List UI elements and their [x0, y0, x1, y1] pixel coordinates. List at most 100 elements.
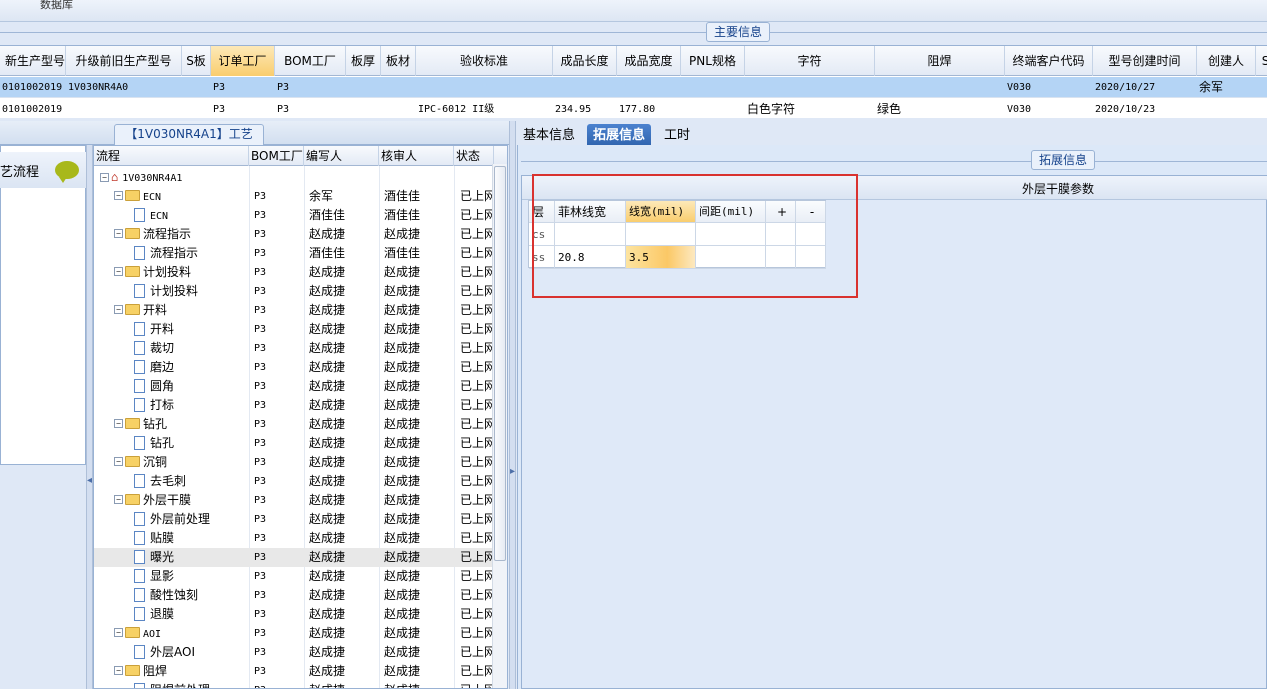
- tree-col-header[interactable]: 状态: [454, 146, 494, 166]
- top-toolbar: 数据库: [0, 0, 1267, 22]
- tree-reviewer: 赵成捷: [384, 550, 421, 564]
- tree-node[interactable]: − 钻孔 P3 赵成捷 赵成捷 已上网: [94, 415, 494, 434]
- main-col-header[interactable]: 字符: [745, 46, 875, 76]
- main-info-cell: 余军: [1199, 80, 1224, 94]
- main-col-header[interactable]: 创建人: [1197, 46, 1256, 76]
- collapse-icon[interactable]: −: [100, 172, 109, 182]
- tree-node[interactable]: 流程指示 P3 酒佳佳 酒佳佳 已上网: [94, 244, 494, 263]
- tree-node[interactable]: − 沉铜 P3 赵成捷 赵成捷 已上网: [94, 453, 494, 472]
- tree-writer: 赵成捷: [309, 436, 346, 450]
- main-col-header[interactable]: 验收标准: [416, 46, 553, 76]
- main-col-header[interactable]: 升级前旧生产型号: [66, 46, 182, 76]
- main-col-header[interactable]: 成品宽度: [617, 46, 681, 76]
- main-info-cell: [875, 77, 1005, 98]
- tree-node[interactable]: 显影 P3 赵成捷 赵成捷 已上网: [94, 567, 494, 586]
- tree-node[interactable]: 开料 P3 赵成捷 赵成捷 已上网: [94, 320, 494, 339]
- tree-node[interactable]: 计划投料 P3 赵成捷 赵成捷 已上网: [94, 282, 494, 301]
- collapse-icon[interactable]: −: [114, 229, 123, 238]
- chat-bubble-icon[interactable]: [55, 161, 79, 183]
- tree-node[interactable]: 酸性蚀刻 P3 赵成捷 赵成捷 已上网: [94, 586, 494, 605]
- tree-node[interactable]: − 外层干膜 P3 赵成捷 赵成捷 已上网: [94, 491, 494, 510]
- main-info-row[interactable]: 0101002019 P3 P3 IPC-6012 II级 234.95 177.80 白色…: [0, 99, 1267, 118]
- process-tree-scrollbar[interactable]: [492, 164, 507, 688]
- tree-node[interactable]: 裁切 P3 赵成捷 赵成捷 已上网: [94, 339, 494, 358]
- tree-root[interactable]: − ⌂ 1V030NR4A1: [94, 168, 494, 187]
- collapse-icon[interactable]: −: [114, 628, 123, 637]
- main-info-row[interactable]: 0101002019 1V030NR4A0 P3 P3 V030 2020/10/27 余军: [0, 77, 1267, 98]
- scrollbar-thumb[interactable]: [494, 166, 506, 561]
- tree-node[interactable]: 阻焊前处理P3赵成捷赵成捷已上网: [94, 681, 494, 688]
- tree-node[interactable]: 外层前处理 P3 赵成捷 赵成捷 已上网: [94, 510, 494, 529]
- main-col-header[interactable]: S: [1256, 46, 1267, 76]
- tree-status: 已上网: [460, 550, 493, 564]
- main-col-header[interactable]: BOM工厂: [275, 46, 346, 76]
- tree-writer: 酒佳佳: [309, 246, 346, 260]
- main-col-header[interactable]: 型号创建时间: [1093, 46, 1197, 76]
- tree-node[interactable]: 外层AOI P3 赵成捷 赵成捷 已上网: [94, 643, 494, 662]
- tree-bom: P3: [254, 514, 267, 525]
- tree-bom: P3: [254, 419, 267, 430]
- collapse-icon[interactable]: −: [114, 457, 123, 466]
- center-splitter[interactable]: ▸: [509, 121, 516, 689]
- tree-node-label: 贴膜: [150, 531, 175, 545]
- tree-bom: P3: [254, 476, 267, 487]
- tree-bom: P3: [254, 590, 267, 601]
- tree-node[interactable]: 圆角 P3 赵成捷 赵成捷 已上网: [94, 377, 494, 396]
- left-splitter[interactable]: ◂: [86, 145, 93, 689]
- document-icon: [134, 511, 145, 526]
- tree-node[interactable]: 钻孔 P3 赵成捷 赵成捷 已上网: [94, 434, 494, 453]
- collapse-icon[interactable]: −: [114, 191, 123, 200]
- collapse-icon[interactable]: −: [114, 495, 123, 504]
- tree-node[interactable]: 退膜 P3 赵成捷 赵成捷 已上网: [94, 605, 494, 624]
- tree-node[interactable]: − AOI P3 赵成捷 赵成捷 已上网: [94, 624, 494, 643]
- collapse-icon[interactable]: −: [114, 666, 123, 675]
- document-icon: [134, 682, 145, 688]
- main-col-header[interactable]: 阻焊: [875, 46, 1005, 76]
- main-info-cell: 0101002019: [2, 82, 63, 93]
- tree-node[interactable]: 曝光 P3 赵成捷 赵成捷 已上网: [94, 548, 494, 567]
- tree-col-header[interactable]: 流程: [94, 146, 249, 166]
- tree-node[interactable]: − 流程指示 P3 赵成捷 赵成捷 已上网: [94, 225, 494, 244]
- tree-status: 已上网: [460, 265, 493, 279]
- main-col-header[interactable]: 成品长度: [553, 46, 617, 76]
- tree-node[interactable]: 贴膜 P3 赵成捷 赵成捷 已上网: [94, 529, 494, 548]
- main-info-cell: [617, 77, 681, 98]
- main-info-divider: [0, 32, 1267, 33]
- main-col-header[interactable]: 新生产型号: [0, 46, 66, 76]
- tree-reviewer: 赵成捷: [384, 379, 421, 393]
- main-info-cell: [681, 99, 745, 118]
- splitter-grip-icon: ▸: [510, 466, 515, 477]
- document-icon: [134, 283, 145, 298]
- tree-node[interactable]: − 开料 P3 赵成捷 赵成捷 已上网: [94, 301, 494, 320]
- main-info-cell: V030: [1007, 104, 1032, 115]
- tree-node[interactable]: 磨边 P3 赵成捷 赵成捷 已上网: [94, 358, 494, 377]
- tree-root-label: 1V030NR4A1: [122, 173, 183, 184]
- tree-col-header[interactable]: 核审人: [379, 146, 454, 166]
- document-icon: [134, 606, 145, 621]
- tree-status: 已上网: [460, 341, 493, 355]
- tree-node[interactable]: ECN P3 酒佳佳 酒佳佳 已上网: [94, 206, 494, 225]
- tree-node-label: ECN: [143, 192, 162, 203]
- tree-bom: P3: [254, 495, 267, 506]
- tree-node[interactable]: 打标 P3 赵成捷 赵成捷 已上网: [94, 396, 494, 415]
- main-col-header[interactable]: 板材: [381, 46, 416, 76]
- tree-node[interactable]: − ECN P3 余军 酒佳佳 已上网: [94, 187, 494, 206]
- tab-1[interactable]: 拓展信息: [587, 124, 652, 147]
- main-col-header[interactable]: 终端客户代码: [1005, 46, 1093, 76]
- collapse-icon[interactable]: −: [114, 305, 123, 314]
- collapse-icon[interactable]: −: [114, 419, 123, 428]
- main-col-header[interactable]: 订单工厂: [211, 46, 275, 76]
- tree-bom: P3: [254, 400, 267, 411]
- tree-col-header[interactable]: BOM工厂: [249, 146, 304, 166]
- tab-0[interactable]: 基本信息: [517, 124, 581, 147]
- tree-node[interactable]: − 阻焊 P3 赵成捷 赵成捷 已上网: [94, 662, 494, 681]
- collapse-icon[interactable]: −: [114, 267, 123, 276]
- main-info-cell: V030: [1007, 82, 1032, 93]
- tree-node[interactable]: 去毛刺 P3 赵成捷 赵成捷 已上网: [94, 472, 494, 491]
- tab-2[interactable]: 工时: [658, 124, 696, 147]
- main-col-header[interactable]: S板: [182, 46, 211, 76]
- main-col-header[interactable]: PNL规格: [681, 46, 745, 76]
- main-col-header[interactable]: 板厚: [346, 46, 381, 76]
- tree-col-header[interactable]: 编写人: [304, 146, 379, 166]
- tree-node[interactable]: − 计划投料 P3 赵成捷 赵成捷 已上网: [94, 263, 494, 282]
